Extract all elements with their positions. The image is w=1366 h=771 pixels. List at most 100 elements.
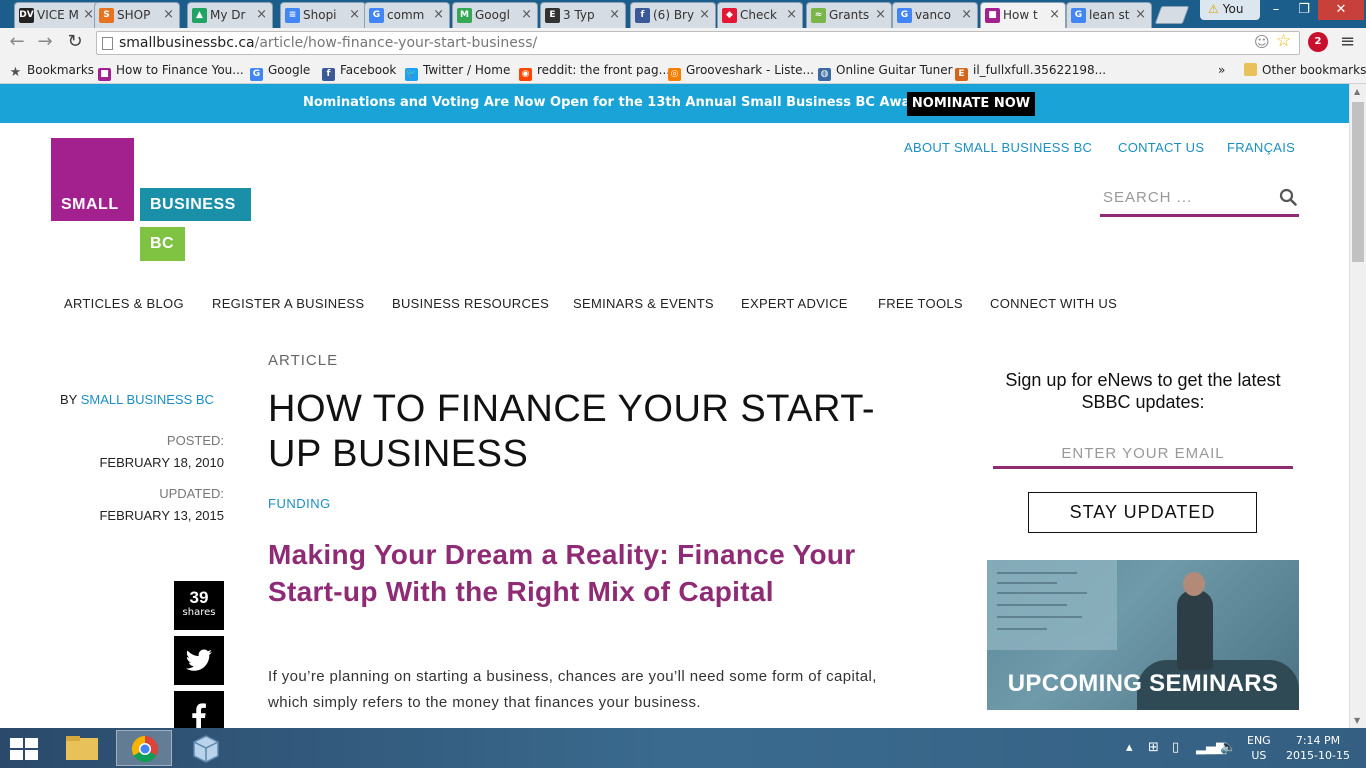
browser-tab[interactable]: f (6) Bry × (630, 2, 716, 28)
nav-free-tools[interactable]: FREE TOOLS (878, 296, 963, 311)
share-count-label: shares (182, 607, 216, 618)
tray-overflow-icon[interactable]: ▴ (1126, 740, 1133, 755)
battery-icon[interactable]: ▯ (1172, 740, 1179, 755)
bookmark-item[interactable]: ◍ Online Guitar Tuner (818, 63, 953, 81)
back-arrow-icon[interactable]: ← (6, 31, 28, 53)
tab-close-icon[interactable]: × (609, 7, 620, 22)
browser-tab[interactable]: ≈ Grants × (806, 2, 892, 28)
tab-close-icon[interactable]: × (961, 7, 972, 22)
tab-favicon-icon: ≈ (811, 8, 826, 23)
browser-tab[interactable]: Gvanco × (892, 2, 978, 28)
nav-expert-advice[interactable]: EXPERT ADVICE (741, 296, 848, 311)
francais-link[interactable]: FRANÇAIS (1227, 140, 1295, 155)
system-clock[interactable]: 7:14 PM 2015-10-15 (1286, 733, 1350, 763)
bookmark-label: How to Finance You... (116, 63, 244, 77)
bookmark-item[interactable]: Eil_fullxfull.35622198... (955, 63, 1106, 81)
tab-close-icon[interactable]: × (875, 7, 886, 22)
scroll-down-icon[interactable]: ▼ (1354, 716, 1360, 725)
bookmark-item[interactable]: ■ How to Finance You... (98, 63, 244, 81)
volume-icon[interactable]: 🔈 (1220, 740, 1236, 755)
profile-button[interactable]: ⚠ You (1200, 0, 1260, 20)
search-icon[interactable] (1279, 188, 1297, 206)
page-scrollbar[interactable]: ▲ ▼ (1349, 84, 1366, 728)
bookmark-item[interactable]: ◉ reddit: the front pag... (519, 63, 670, 81)
byline-prefix: BY (60, 392, 78, 407)
other-bookmarks-folder[interactable]: Other bookmarks (1244, 63, 1366, 77)
tab-close-icon[interactable]: × (1049, 7, 1060, 22)
nav-register-business[interactable]: REGISTER A BUSINESS (212, 296, 364, 311)
tab-favicon-icon: DV (19, 8, 34, 23)
nav-seminars-events[interactable]: SEMINARS & EVENTS (573, 296, 714, 311)
email-field[interactable] (993, 439, 1293, 467)
nominate-now-button[interactable]: NOMINATE NOW (907, 92, 1035, 116)
browser-tab[interactable]: ◆ Check × (717, 2, 803, 28)
forward-arrow-icon[interactable]: → (34, 31, 56, 53)
file-explorer-taskbar-button[interactable] (54, 730, 110, 766)
article-tag-link[interactable]: FUNDING (268, 496, 331, 511)
browser-tab[interactable]: Glean st × (1066, 2, 1152, 28)
browser-tab[interactable]: E3 Typ × (540, 2, 626, 28)
chrome-icon (131, 735, 158, 763)
new-tab-button[interactable] (1154, 6, 1190, 24)
windows-start-icon[interactable] (10, 738, 38, 760)
action-center-icon[interactable]: ⊞ (1148, 740, 1159, 755)
adblock-icon[interactable]: 2 (1308, 32, 1328, 52)
tab-close-icon[interactable]: × (256, 7, 267, 22)
search-box (1100, 182, 1299, 217)
tab-close-icon[interactable]: × (1135, 7, 1146, 22)
browser-tab[interactable]: Gcomm × (364, 2, 450, 28)
tab-favicon-icon: ◆ (722, 8, 737, 23)
bookmark-star-icon[interactable]: ☆ (1276, 31, 1291, 51)
awards-promo-bar: Nominations and Voting Are Now Open for … (0, 84, 1349, 123)
scroll-up-icon[interactable]: ▲ (1354, 87, 1360, 96)
bookmark-item[interactable]: f Facebook (322, 63, 396, 81)
grooveshark-icon: ◎ (668, 68, 681, 81)
nav-articles-blog[interactable]: ARTICLES & BLOG (64, 296, 184, 311)
upcoming-seminars-banner[interactable]: UPCOMING SEMINARS (987, 560, 1299, 710)
reddit-extension-icon[interactable]: ☺ (1254, 33, 1270, 51)
search-input[interactable] (1100, 182, 1270, 212)
reload-icon[interactable]: ↻ (64, 31, 86, 53)
nav-connect-with-us[interactable]: CONNECT WITH US (990, 296, 1117, 311)
tab-close-icon[interactable]: × (521, 7, 532, 22)
browser-tab[interactable]: M Googl × (452, 2, 538, 28)
scrollbar-thumb[interactable] (1352, 102, 1364, 262)
bookmarks-overflow-button[interactable]: » (1218, 63, 1225, 77)
minimize-icon[interactable]: – (1262, 0, 1290, 20)
tab-close-icon[interactable]: × (433, 7, 444, 22)
share-facebook-button[interactable] (174, 691, 224, 728)
nav-business-resources[interactable]: BUSINESS RESOURCES (392, 296, 549, 311)
chrome-taskbar-button[interactable] (116, 730, 172, 766)
address-bar[interactable]: smallbusinessbc.ca/article/how-finance-y… (96, 31, 1300, 55)
close-window-icon[interactable]: ✕ (1318, 0, 1364, 20)
chrome-menu-icon[interactable]: ≡ (1340, 31, 1355, 52)
author-link[interactable]: SMALL BUSINESS BC (81, 392, 214, 407)
tab-title: lean st (1089, 8, 1130, 22)
bookmark-item[interactable]: ★ Bookmarks (9, 63, 94, 79)
tab-close-icon[interactable]: × (699, 7, 710, 22)
tab-close-icon[interactable]: × (83, 7, 94, 22)
tab-close-icon[interactable]: × (786, 7, 797, 22)
email-field-wrap (993, 439, 1293, 469)
browser-tab[interactable]: S SHOP × (94, 2, 180, 28)
browser-tab[interactable]: ≡ Shopi × (280, 2, 366, 28)
contact-us-link[interactable]: CONTACT US (1118, 140, 1204, 155)
maximize-icon[interactable]: ❐ (1290, 0, 1318, 20)
bookmark-label: Grooveshark - Liste... (686, 63, 814, 77)
virtualbox-taskbar-button[interactable] (178, 730, 234, 766)
stay-updated-button[interactable]: STAY UPDATED (1028, 492, 1257, 533)
bookmark-item[interactable]: 🐦 Twitter / Home (405, 63, 510, 81)
facebook-icon: f (322, 68, 335, 81)
browser-tab[interactable]: ■ How t × (980, 2, 1066, 28)
tab-close-icon[interactable]: × (349, 7, 360, 22)
tab-close-icon[interactable]: × (163, 7, 174, 22)
bookmark-item[interactable]: G Google (250, 63, 310, 81)
language-indicator[interactable]: ENG US (1247, 733, 1271, 763)
share-twitter-button[interactable] (174, 636, 224, 685)
about-link[interactable]: ABOUT SMALL BUSINESS BC (904, 140, 1092, 155)
tab-favicon-icon: f (635, 8, 650, 23)
profile-name: You (1222, 2, 1244, 16)
bookmark-item[interactable]: ◎ Grooveshark - Liste... (668, 63, 814, 81)
browser-tab[interactable]: ▲ My Dr × (187, 2, 273, 28)
browser-tab[interactable]: DV VICE M × (14, 2, 100, 28)
